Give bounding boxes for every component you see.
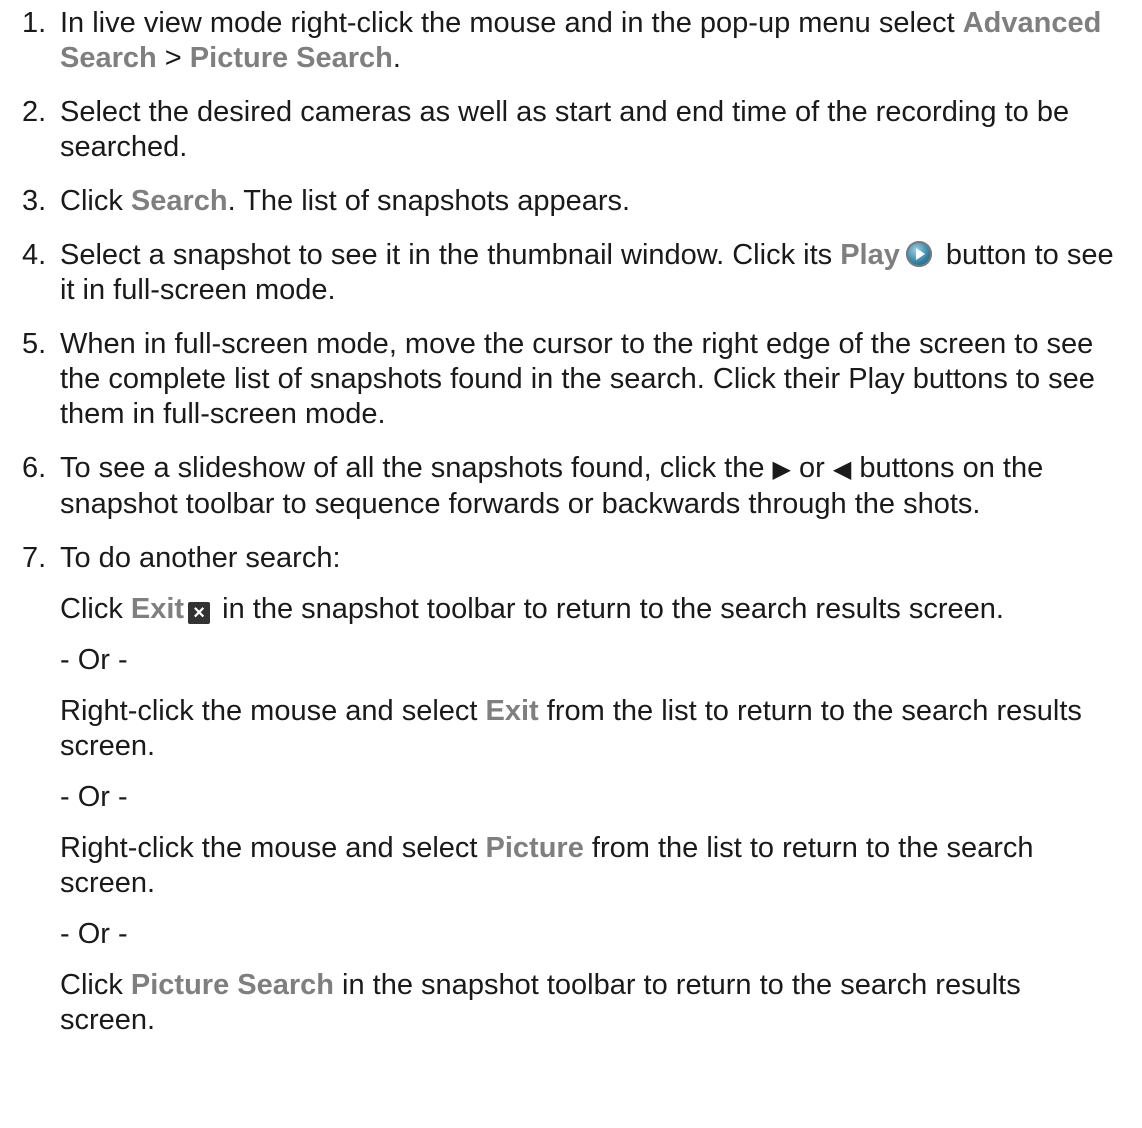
ui-term-exit: Exit xyxy=(130,593,185,625)
play-circle-icon xyxy=(905,241,932,267)
step-number: 2. xyxy=(22,96,47,128)
step-text: When in full-screen mode, move the curso… xyxy=(60,328,1095,430)
step-text: Click xyxy=(60,185,131,217)
step-text: To do another search: xyxy=(60,542,341,574)
step-6: 6. To see a slideshow of all the snapsho… xyxy=(22,451,1120,522)
step-3: 3. Click Search. The list of snapshots a… xyxy=(22,184,1120,219)
substep-picture-rightclick: Right-click the mouse and select Picture… xyxy=(60,831,1120,901)
step-text: To see a slideshow of all the snapshots … xyxy=(60,452,773,484)
substep-text: Click xyxy=(60,593,131,625)
or-separator: - Or - xyxy=(60,918,128,950)
step-text: or xyxy=(791,452,833,484)
substep-exit-rightclick: Right-click the mouse and select Exit fr… xyxy=(60,694,1120,764)
step-number: 4. xyxy=(22,239,47,271)
ui-term-picture: Picture xyxy=(485,832,584,864)
ui-term-picture-search: Picture Search xyxy=(130,969,334,1001)
close-x-icon: × xyxy=(188,602,211,624)
step-4: 4. Select a snapshot to see it in the th… xyxy=(22,238,1120,308)
step-text: Select the desired cameras as well as st… xyxy=(60,96,1070,163)
substep-exit-toolbar: Click Exit × in the snapshot toolbar to r… xyxy=(60,592,1120,627)
step-number: 5. xyxy=(22,328,47,360)
substep-text: in the snapshot toolbar to return to the… xyxy=(214,593,1004,625)
backward-arrow-icon: ◀ xyxy=(832,456,852,483)
or-separator: - Or - xyxy=(60,781,128,813)
step-text: Select a snapshot to see it in the thumb… xyxy=(60,239,841,271)
step-text: In live view mode right-click the mouse … xyxy=(60,7,963,39)
ui-term-exit: Exit xyxy=(485,695,539,727)
step-5: 5. When in full-screen mode, move the cu… xyxy=(22,327,1120,432)
or-separator: - Or - xyxy=(60,644,128,676)
ui-term-search: Search xyxy=(130,185,228,217)
step-1: 1. In live view mode right-click the mou… xyxy=(22,6,1120,76)
substep-text: Click xyxy=(60,969,131,1001)
ui-term-play: Play xyxy=(840,239,900,271)
step-text: . The list of snapshots appears. xyxy=(227,185,631,217)
substep-picture-search-toolbar: Click Picture Search in the snapshot too… xyxy=(60,968,1120,1038)
step-7: 7. To do another search: Click Exit × in … xyxy=(22,541,1120,1038)
substep-text: Right-click the mouse and select xyxy=(60,832,486,864)
step-number: 6. xyxy=(22,452,47,484)
step-number: 1. xyxy=(22,7,47,39)
forward-arrow-icon: ▶ xyxy=(772,456,791,483)
step-number: 7. xyxy=(22,542,47,574)
step-text: . xyxy=(392,42,401,74)
step-number: 3. xyxy=(22,185,47,217)
ui-term-picture-search: Picture Search xyxy=(189,42,393,74)
step-text: > xyxy=(156,42,190,74)
instruction-document: 1. In live view mode right-click the mou… xyxy=(0,0,1120,1038)
substep-text: Right-click the mouse and select xyxy=(60,695,486,727)
step-2: 2. Select the desired cameras as well as… xyxy=(22,95,1120,165)
